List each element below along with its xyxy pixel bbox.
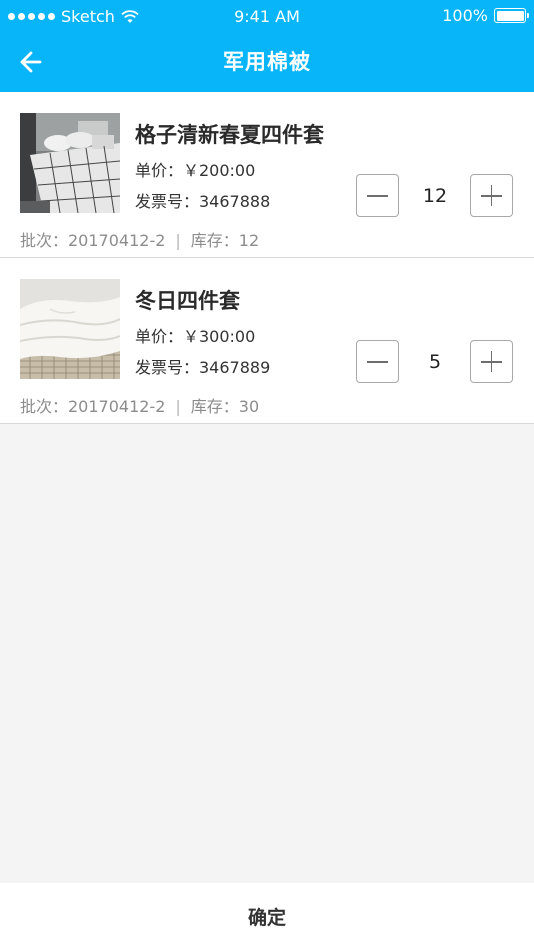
increase-quantity-button[interactable] <box>470 174 513 217</box>
unit-price: 单价：￥300:00 <box>135 327 256 346</box>
status-right: 100% <box>442 6 529 25</box>
decrease-quantity-button[interactable] <box>356 174 399 217</box>
decrease-quantity-button[interactable] <box>356 340 399 383</box>
minus-icon <box>367 195 388 197</box>
meta-separator: | <box>175 397 181 416</box>
meta-separator: | <box>175 231 181 250</box>
navbar: 军用棉被 <box>0 32 534 92</box>
header: Sketch 9:41 AM 100% 军用棉被 <box>0 0 534 92</box>
minus-icon <box>367 361 388 363</box>
list-item: 格子清新春夏四件套 单价：￥200:00 发票号：3467888 批次：2017… <box>0 92 534 258</box>
invoice-number: 发票号：3467889 <box>135 358 271 377</box>
list-item: 冬日四件套 单价：￥300:00 发票号：3467889 批次：20170412… <box>0 258 534 424</box>
battery-percent: 100% <box>442 6 488 25</box>
quantity-value: 12 <box>422 185 448 207</box>
confirm-button[interactable]: 确定 <box>0 883 534 950</box>
invoice-number: 发票号：3467888 <box>135 192 271 211</box>
footer-bar: 确定 <box>0 883 534 950</box>
product-name: 格子清新春夏四件套 <box>135 123 324 147</box>
batch-number: 批次：20170412-2 <box>20 231 166 250</box>
quantity-value: 5 <box>428 351 442 373</box>
product-name: 冬日四件套 <box>135 289 240 313</box>
batch-number: 批次：20170412-2 <box>20 397 166 416</box>
stock-count: 库存：12 <box>190 231 260 250</box>
battery-icon <box>494 8 529 23</box>
unit-price: 单价：￥200:00 <box>135 161 256 180</box>
product-image <box>20 279 120 379</box>
product-image <box>20 113 120 213</box>
page-title: 军用棉被 <box>223 50 311 74</box>
increase-quantity-button[interactable] <box>470 340 513 383</box>
item-meta: 批次：20170412-2 | 库存：30 <box>20 393 259 417</box>
stock-count: 库存：30 <box>190 397 260 416</box>
item-meta: 批次：20170412-2 | 库存：12 <box>20 227 259 251</box>
status-bar: Sketch 9:41 AM 100% <box>0 0 534 32</box>
